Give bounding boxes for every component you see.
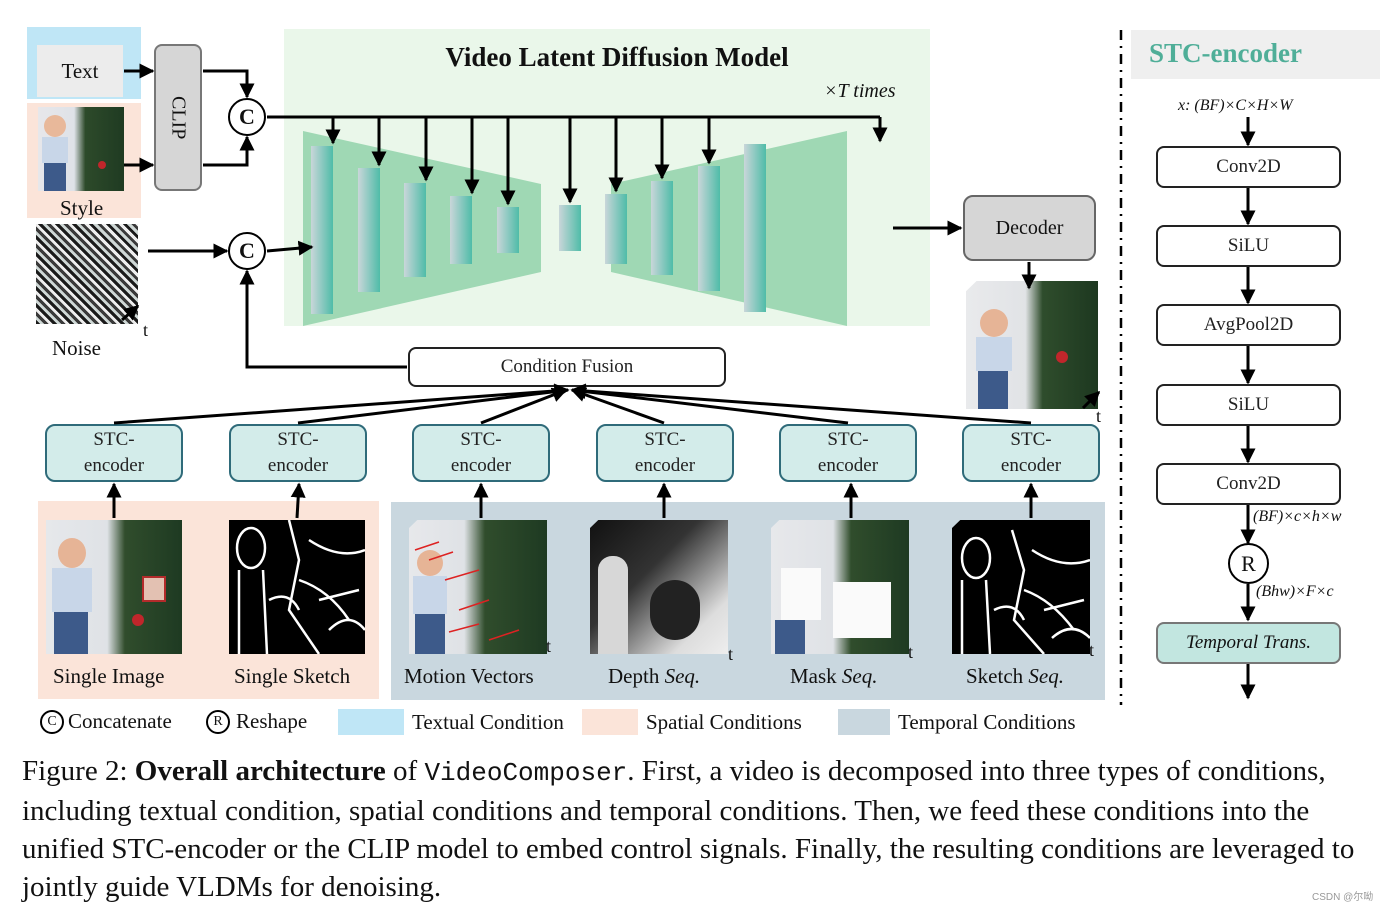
reshape-icon: R [206, 709, 230, 734]
stc-layer-label: Conv2D [1216, 156, 1281, 177]
stc-layer-silu-2: SiLU [1156, 384, 1341, 426]
arrow-clip-to-concat-top-a [203, 69, 255, 99]
stc-layer-conv2d-1: Conv2D [1156, 146, 1341, 188]
reshape-node: R [1228, 543, 1269, 584]
caption-of: of [385, 755, 425, 787]
arrow-cond-2 [290, 482, 306, 519]
reshape-symbol: R [1241, 550, 1256, 576]
stc-layer-conv2d-2: Conv2D [1156, 463, 1341, 505]
legend-reshape: R Reshape [206, 709, 307, 734]
arrow-t-1 [121, 304, 140, 322]
textual-swatch [338, 709, 404, 735]
legend-spatial-label: Spatial Conditions [646, 709, 802, 734]
arrow-concat-to-unet [266, 240, 314, 256]
legend-concatenate-label: Concatenate [68, 709, 172, 733]
stc-detail-title: STC-encoder [1149, 38, 1302, 68]
legend-textual: Textual Condition [338, 709, 564, 735]
stc-layer-avgpool2d: AvgPool2D [1156, 304, 1341, 346]
temporal-transformer: Temporal Trans. [1156, 622, 1341, 664]
legend-temporal-label: Temporal Conditions [898, 709, 1076, 734]
caption-bold: Overall architecture [134, 755, 386, 787]
caption-prefix: Figure 2: [22, 755, 135, 787]
stc-layer-silu-1: SiLU [1156, 225, 1341, 267]
caption-code: VideoComposer [424, 758, 628, 788]
figure-caption: Figure 2: Overall architecture of VideoC… [22, 752, 1392, 906]
stc-layer-label: SiLU [1227, 235, 1270, 256]
spatial-swatch [582, 709, 638, 735]
legend-textual-label: Textual Condition [412, 709, 564, 734]
shape-after-reshape: (Bhw)×F×c [1256, 583, 1334, 600]
arrow-t-2 [1081, 390, 1101, 410]
shape-after-conv: (BF)×c×h×w [1253, 508, 1342, 525]
stc-layer-label: Conv2D [1216, 473, 1281, 494]
legend-concatenate: C Concatenate [40, 709, 172, 734]
watermark: CSDN @尔呦 [1312, 892, 1374, 903]
stc-input-shape: x: (BF)×C×H×W [1178, 97, 1293, 114]
stc-layer-label: SiLU [1227, 394, 1270, 415]
concatenate-icon: C [40, 709, 64, 734]
arrow-clip-to-concat-top-b [203, 135, 255, 167]
legend-spatial: Spatial Conditions [582, 709, 802, 735]
temporal-transformer-label: Temporal Trans. [1186, 632, 1311, 653]
legend-temporal: Temporal Conditions [838, 709, 1076, 735]
stc-layer-label: AvgPool2D [1203, 314, 1294, 335]
legend-reshape-label: Reshape [236, 709, 308, 733]
arrow-fusion-to-concat [239, 269, 407, 369]
temporal-swatch [838, 709, 890, 735]
